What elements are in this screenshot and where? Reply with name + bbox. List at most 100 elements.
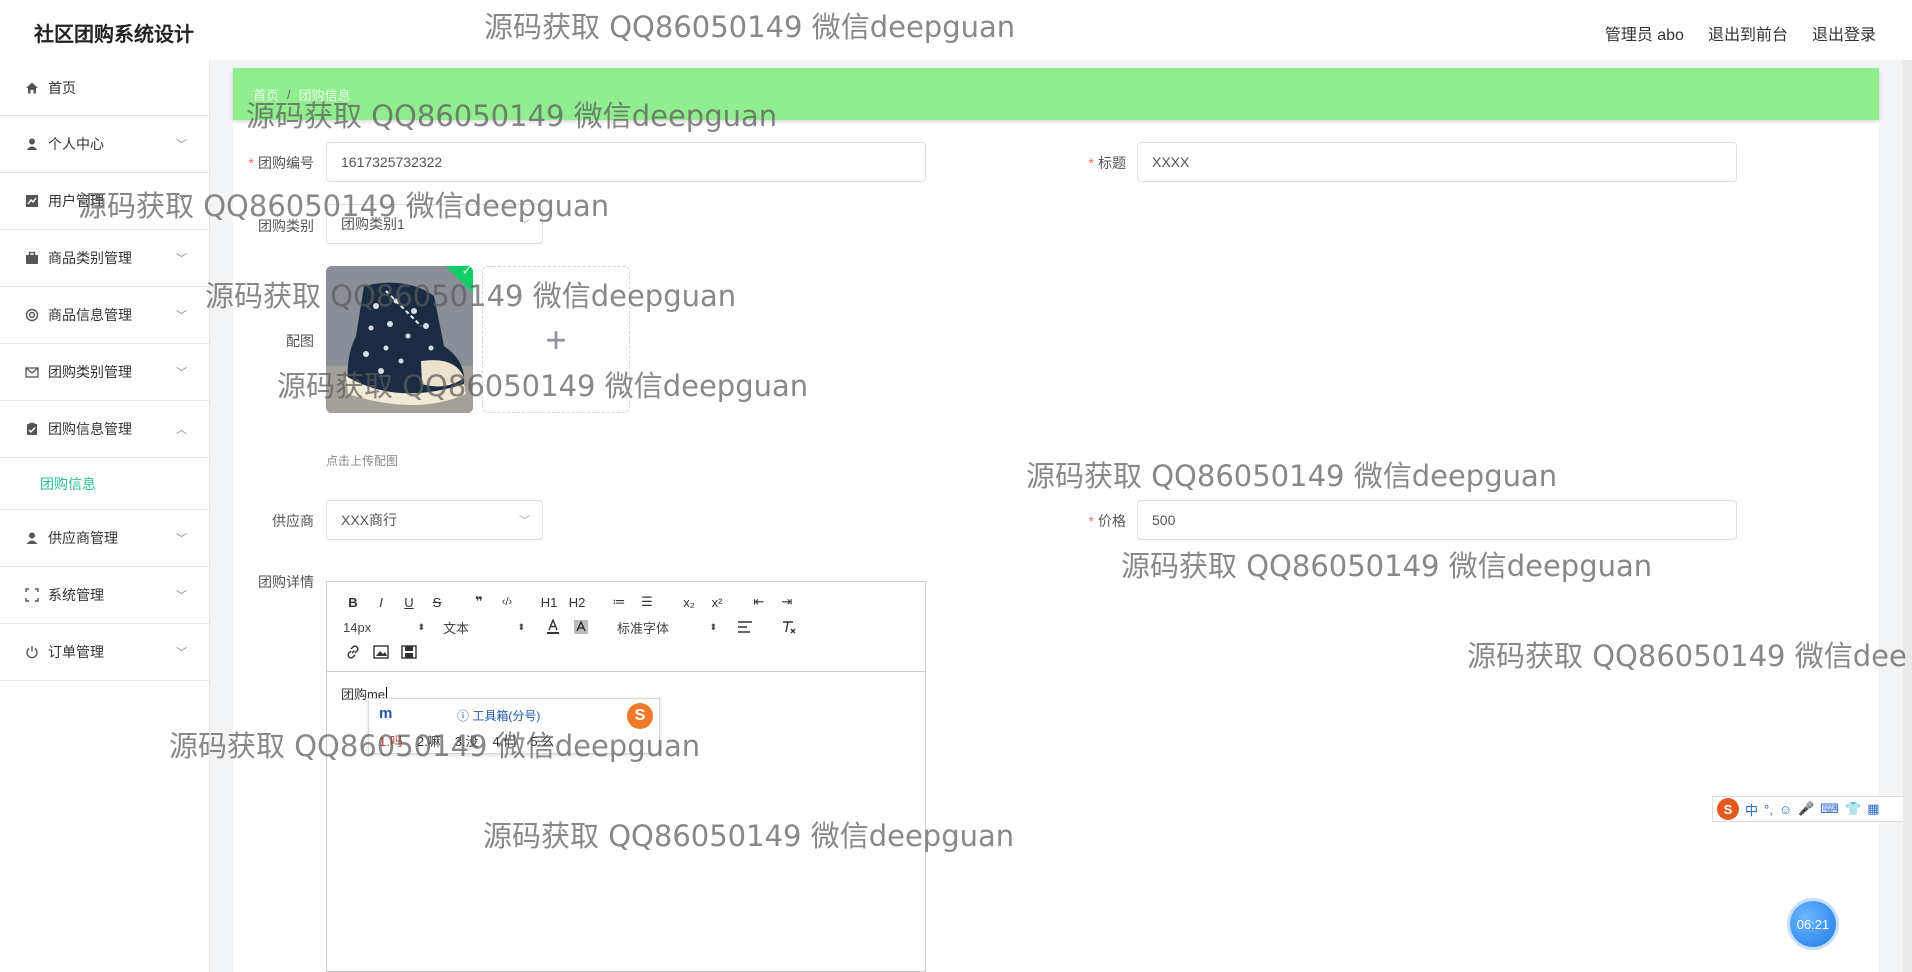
scrollbar[interactable] <box>1903 60 1912 972</box>
mail-icon <box>24 364 40 380</box>
ime-candidates: 1.吗 2.嘛 3.没 4.们 5.么 <box>379 731 554 750</box>
sidebar-item-personal-center[interactable]: 个人中心 ﹀ <box>0 116 209 173</box>
chevron-down-icon: ﹀ <box>176 253 187 265</box>
chevron-down-icon: ﹀ <box>176 533 187 545</box>
heading1-button[interactable]: H1 <box>539 592 559 612</box>
frame-icon <box>24 587 40 603</box>
chinese-mode-icon[interactable]: 中 <box>1745 800 1758 819</box>
ime-status-bar: S 中 °, ☺ 🎤 ⌨ 👕 ▦ <box>1712 796 1912 822</box>
back-to-frontend-link[interactable]: 退出到前台 <box>1708 21 1788 45</box>
group-id-label: * 团购编号 <box>248 155 314 171</box>
sidebar-item-home[interactable]: 首页 <box>0 60 209 116</box>
ime-candidate[interactable]: 1.吗 <box>379 731 403 750</box>
chevron-down-icon: ﹀ <box>176 310 187 322</box>
upload-hint: 点击上传配图 <box>326 454 399 468</box>
sidebar-item-label: 系统管理 <box>48 587 104 603</box>
ime-candidate[interactable]: 4.们 <box>493 731 517 750</box>
chevron-up-icon: ︿ <box>176 424 187 436</box>
sidebar-item-label: 商品信息管理 <box>48 307 132 323</box>
editor-toolbar: B I U S ❞ ‹/› H1 H2 ≔ ☰ x₂ x² ⇤ ⇥ 14px ⬍ … <box>327 582 925 672</box>
ime-toolbox[interactable]: ⓘ 工具箱(分号) <box>457 707 540 724</box>
clear-format-icon[interactable] <box>779 617 799 637</box>
sidebar-item-system[interactable]: 系统管理 ﹀ <box>0 567 209 624</box>
sidebar-item-orders[interactable]: 订单管理 ﹀ <box>0 624 209 681</box>
price-label: * 价格 <box>1088 513 1126 529</box>
sidebar-subitem-group-info[interactable]: 团购信息 <box>0 458 209 510</box>
title-label: * 标题 <box>1088 155 1126 171</box>
sidebar-subitem-label: 团购信息 <box>40 475 96 492</box>
group-id-input[interactable]: 1617325732322 <box>326 142 926 182</box>
strike-button[interactable]: S <box>427 592 447 612</box>
logout-link[interactable]: 退出登录 <box>1812 21 1876 45</box>
price-input[interactable]: 500 <box>1137 500 1737 540</box>
updown-icon: ⬍ <box>709 621 717 632</box>
group-category-select[interactable]: 团购类别1 ﹀ <box>326 204 543 244</box>
plus-icon: + <box>545 318 567 360</box>
microphone-icon[interactable]: 🎤 <box>1798 801 1814 817</box>
bold-button[interactable]: B <box>343 592 363 612</box>
font-size-select[interactable]: 14px ⬍ <box>343 620 425 635</box>
chart-icon <box>24 193 40 209</box>
blockquote-button[interactable]: ❞ <box>469 592 489 612</box>
subscript-button[interactable]: x₂ <box>679 592 699 612</box>
uploaded-image-thumbnail[interactable]: ✓ <box>326 266 473 413</box>
sidebar-item-group-category[interactable]: 团购类别管理 ﹀ <box>0 344 209 401</box>
sidebar-item-group-info[interactable]: 团购信息管理 ︿ <box>0 401 209 458</box>
sidebar: 首页 个人中心 ﹀ 用户管理 ﹀ 商品类别管理 ﹀ 商品信息管理 ﹀ 团购类别管… <box>0 60 210 972</box>
font-color-icon[interactable] <box>543 617 563 637</box>
sidebar-item-product-info[interactable]: 商品信息管理 ﹀ <box>0 287 209 344</box>
sidebar-item-label: 订单管理 <box>48 644 104 660</box>
code-block-button[interactable]: ‹/› <box>497 592 517 612</box>
video-icon[interactable] <box>399 642 419 662</box>
updown-icon: ⬍ <box>517 621 525 632</box>
supplier-select[interactable]: XXX商行 ﹀ <box>326 500 543 540</box>
align-left-icon[interactable] <box>735 617 755 637</box>
ordered-list-button[interactable]: ≔ <box>609 592 629 612</box>
chevron-down-icon: ﹀ <box>176 367 187 379</box>
skin-icon[interactable]: 👕 <box>1845 801 1861 817</box>
clock-badge[interactable]: 06:21 <box>1790 901 1836 947</box>
toolbar-row-1: B I U S ❞ ‹/› H1 H2 ≔ ☰ x₂ x² ⇤ ⇥ <box>343 592 805 612</box>
bullet-list-button[interactable]: ☰ <box>637 592 657 612</box>
power-icon <box>24 644 40 660</box>
punctuation-icon[interactable]: °, <box>1764 802 1773 817</box>
image-icon[interactable] <box>371 642 391 662</box>
chevron-down-icon: ﹀ <box>176 139 187 151</box>
ime-candidate[interactable]: 3.没 <box>455 731 479 750</box>
underline-button[interactable]: U <box>399 592 419 612</box>
admin-user-link[interactable]: 管理员 abo <box>1605 21 1684 45</box>
text-type-select[interactable]: 文本 ⬍ <box>443 618 525 637</box>
link-icon[interactable] <box>343 642 363 662</box>
sogou-icon[interactable]: S <box>1717 798 1739 820</box>
circle-icon <box>24 307 40 323</box>
image-upload-button[interactable]: + <box>482 266 630 413</box>
top-bar: 社区团购系统设计 管理员 abo 退出到前台 退出登录 <box>0 0 1912 60</box>
background-color-icon[interactable] <box>571 617 591 637</box>
title-input[interactable]: XXXX <box>1137 142 1737 182</box>
menu-grid-icon[interactable]: ▦ <box>1867 801 1879 817</box>
sidebar-item-label: 团购类别管理 <box>48 364 132 380</box>
keyboard-icon[interactable]: ⌨ <box>1820 801 1839 817</box>
emoji-icon[interactable]: ☺ <box>1779 802 1792 817</box>
sidebar-item-supplier[interactable]: 供应商管理 ﹀ <box>0 510 209 567</box>
chevron-down-icon: ﹀ <box>519 515 530 527</box>
breadcrumb-current: 团购信息 <box>298 87 351 103</box>
user-icon <box>24 136 40 152</box>
superscript-button[interactable]: x² <box>707 592 727 612</box>
heading2-button[interactable]: H2 <box>567 592 587 612</box>
chevron-down-icon: ﹀ <box>176 590 187 602</box>
group-category-label: 团购类别 <box>258 218 314 234</box>
clipboard-icon <box>24 421 40 437</box>
ime-input-text: m <box>379 705 393 722</box>
sidebar-item-user-management[interactable]: 用户管理 ﹀ <box>0 173 209 230</box>
indent-button[interactable]: ⇥ <box>777 592 797 612</box>
font-family-select[interactable]: 标准字体 ⬍ <box>617 618 717 637</box>
user-icon <box>24 530 40 546</box>
outdent-button[interactable]: ⇤ <box>749 592 769 612</box>
sidebar-item-product-category[interactable]: 商品类别管理 ﹀ <box>0 230 209 287</box>
ime-candidate[interactable]: 5.么 <box>530 731 554 750</box>
ime-candidate[interactable]: 2.嘛 <box>417 731 441 750</box>
breadcrumb-home[interactable]: 首页 <box>253 85 279 104</box>
italic-button[interactable]: I <box>371 592 391 612</box>
sidebar-item-label: 商品类别管理 <box>48 250 132 266</box>
